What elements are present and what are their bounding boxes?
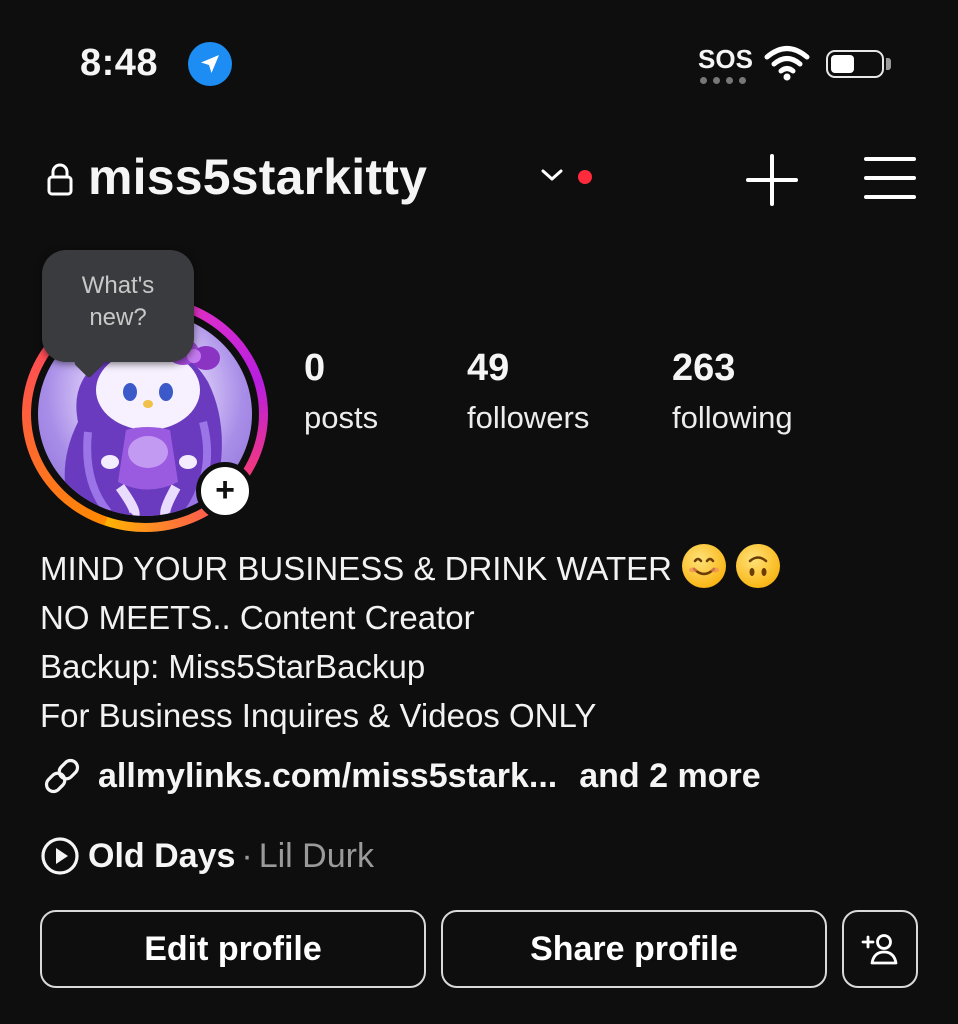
edit-profile-button[interactable]: Edit profile xyxy=(40,910,426,988)
stat-following[interactable]: 263 following xyxy=(672,346,793,440)
battery-level xyxy=(831,55,854,73)
share-profile-button[interactable]: Share profile xyxy=(441,910,827,988)
bio: MIND YOUR BUSINESS & DRINK WATER NO MEET… xyxy=(40,544,780,740)
link-url[interactable]: allmylinks.com/miss5stark... xyxy=(98,757,557,796)
location-arrow-icon xyxy=(188,42,232,86)
discover-people-button[interactable] xyxy=(842,910,918,988)
note-line2: new? xyxy=(89,304,147,331)
song-separator: · xyxy=(241,836,253,875)
stat-followers[interactable]: 49 followers xyxy=(467,346,589,440)
menu-button[interactable] xyxy=(864,156,916,200)
wifi-icon xyxy=(764,44,810,87)
play-circle-icon xyxy=(41,837,79,875)
song-title: Old Days xyxy=(88,836,236,875)
upside-down-face-emoji xyxy=(735,544,780,588)
following-label: following xyxy=(672,400,793,435)
bio-line-1: MIND YOUR BUSINESS & DRINK WATER xyxy=(40,544,780,593)
create-button[interactable] xyxy=(744,152,800,208)
bio-line-3: Backup: Miss5StarBackup xyxy=(40,648,426,685)
note-bubble[interactable]: What's new? xyxy=(42,250,194,362)
smiling-face-emoji xyxy=(681,544,726,588)
posts-count: 0 xyxy=(304,347,326,389)
battery-cap xyxy=(886,58,891,70)
followers-count: 49 xyxy=(467,347,510,389)
bio-text-1: MIND YOUR BUSINESS & DRINK WATER xyxy=(40,550,672,587)
song-artist: Lil Durk xyxy=(258,836,374,875)
notification-dot xyxy=(578,170,592,184)
following-count: 263 xyxy=(672,347,736,389)
profile-screen: 8:48 SOS miss5starkitty + What's new? 0 … xyxy=(0,0,958,1024)
bio-line-4: For Business Inquires & Videos ONLY xyxy=(40,697,597,734)
sos-indicator: SOS xyxy=(698,44,753,74)
hamburger-menu-icon xyxy=(864,157,916,199)
link-icon xyxy=(44,758,80,794)
note-line1: What's xyxy=(81,272,155,299)
signal-dots xyxy=(700,77,746,84)
add-story-button[interactable]: + xyxy=(196,462,254,520)
plus-icon: + xyxy=(215,470,235,509)
username-switcher[interactable]: miss5starkitty xyxy=(88,148,427,206)
bio-line-2: NO MEETS.. Content Creator xyxy=(40,599,475,636)
link-more[interactable]: and 2 more xyxy=(579,757,760,796)
chevron-down-icon[interactable] xyxy=(539,166,565,189)
status-time: 8:48 xyxy=(80,42,159,84)
add-person-icon xyxy=(861,934,898,965)
profile-music[interactable]: Old Days · Lil Durk xyxy=(40,836,374,876)
stat-posts[interactable]: 0 posts xyxy=(304,346,378,440)
battery-icon xyxy=(826,50,884,78)
external-links[interactable]: allmylinks.com/miss5stark... and 2 more xyxy=(40,754,761,798)
posts-label: posts xyxy=(304,400,379,435)
followers-label: followers xyxy=(467,400,590,435)
lock-icon xyxy=(46,163,74,202)
plus-icon xyxy=(746,154,798,206)
